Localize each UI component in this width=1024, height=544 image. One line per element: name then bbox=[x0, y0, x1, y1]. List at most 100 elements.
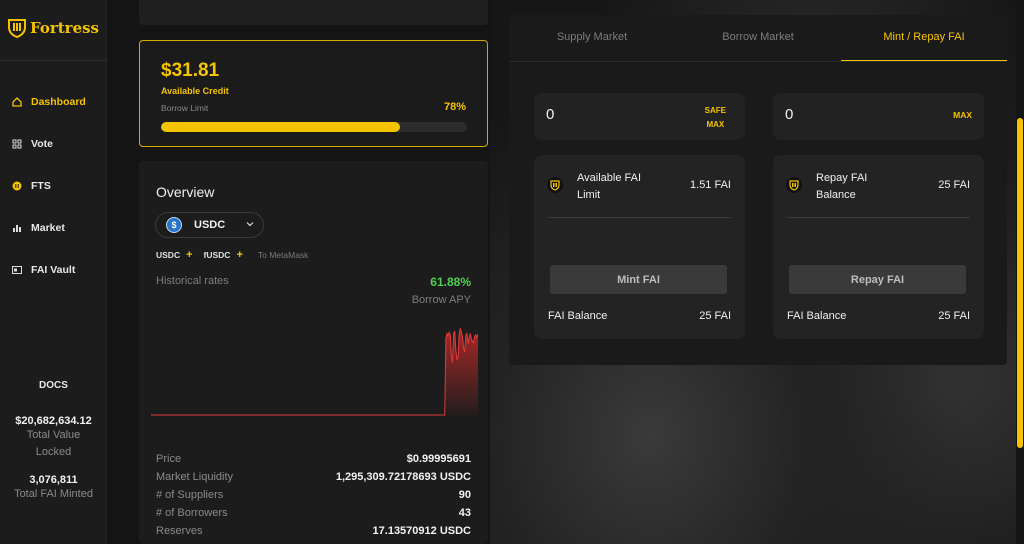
market-info-table: Price $0.99995691 Market Liquidity 1,295,30… bbox=[156, 450, 471, 540]
coin-icon bbox=[12, 181, 22, 191]
tvl-value: $20,682,634.12 bbox=[15, 415, 92, 427]
historical-rates-label: Historical rates bbox=[156, 275, 229, 287]
repay-fai-balance-value: 25 FAI bbox=[938, 179, 970, 191]
chart-series-line bbox=[151, 328, 478, 416]
sidebar: Fortress Dashboard Vote FTS Market FAI V… bbox=[0, 0, 107, 544]
info-row-value: 17.13570912 USDC bbox=[372, 525, 471, 537]
borrow-apy-label: Borrow APY bbox=[411, 294, 471, 306]
mint-amount-box: SAFE MAX bbox=[534, 93, 745, 140]
mint-fai-button[interactable]: Mint FAI bbox=[550, 265, 727, 294]
bar-chart-icon bbox=[13, 225, 21, 232]
mint-fai-card: Available FAI Limit 1.51 FAI Mint FAI FA… bbox=[534, 155, 745, 339]
sidebar-item-label: FAI Vault bbox=[31, 264, 76, 276]
home-icon bbox=[12, 97, 22, 107]
add-fusdc-button[interactable]: + bbox=[236, 249, 242, 261]
info-row-value: 43 bbox=[458, 507, 471, 519]
info-row-value: $0.99995691 bbox=[406, 453, 471, 465]
info-row-value: 1,295,309.72178693 USDC bbox=[335, 471, 471, 483]
available-credit-amount: $31.81 bbox=[161, 60, 220, 81]
repay-amount-input[interactable] bbox=[785, 106, 905, 123]
sidebar-item-fai-vault[interactable]: FAI Vault bbox=[12, 264, 75, 276]
logo[interactable]: Fortress bbox=[8, 18, 99, 38]
sidebar-divider bbox=[0, 60, 107, 61]
token-usdc-label: USDC bbox=[156, 250, 181, 260]
docs-link[interactable]: DOCS bbox=[0, 380, 107, 391]
available-fai-limit-value: 1.51 FAI bbox=[690, 179, 731, 191]
tab-supply-market[interactable]: Supply Market bbox=[509, 15, 675, 61]
borrow-limit-label: Borrow Limit bbox=[161, 103, 209, 113]
sidebar-item-vote[interactable]: Vote bbox=[12, 138, 53, 150]
info-row: Market Liquidity 1,295,309.72178693 USDC bbox=[156, 468, 471, 486]
repay-max-button[interactable]: MAX bbox=[953, 110, 972, 120]
credit-card: $31.81 Available Credit Borrow Limit 78% bbox=[139, 40, 488, 147]
safe-max-button[interactable]: SAFE MAX bbox=[705, 104, 726, 132]
chart-area bbox=[151, 328, 478, 415]
info-row-label: Reserves bbox=[156, 525, 203, 537]
repay-fai-balance-line2: Balance bbox=[816, 189, 856, 201]
tab-borrow-market[interactable]: Borrow Market bbox=[675, 15, 841, 61]
grid-icon bbox=[12, 139, 22, 149]
borrow-limit-progress-fill bbox=[161, 122, 400, 132]
available-fai-limit-label: Available FAI Limit bbox=[577, 170, 641, 204]
fai-balance-label: FAI Balance bbox=[787, 310, 847, 322]
fai-minted-label: Total FAI Minted bbox=[14, 488, 93, 500]
divider bbox=[787, 217, 970, 218]
info-row-label: # of Suppliers bbox=[156, 489, 224, 501]
borrow-limit-percent: 78% bbox=[443, 101, 466, 113]
sidebar-item-dashboard[interactable]: Dashboard bbox=[12, 96, 86, 108]
repay-amount-box: MAX bbox=[773, 93, 984, 140]
historical-rates-chart bbox=[151, 328, 478, 416]
scrollbar-thumb[interactable] bbox=[1017, 118, 1023, 448]
info-row-label: Market Liquidity bbox=[156, 471, 234, 483]
available-credit-label: Available Credit bbox=[161, 86, 229, 96]
fai-minted-value: 3,076,811 bbox=[29, 474, 78, 486]
sidebar-item-label: FTS bbox=[31, 180, 51, 192]
repay-fai-balance-line1: Repay FAI bbox=[816, 172, 868, 184]
divider bbox=[548, 217, 731, 218]
asset-select-value: USDC bbox=[194, 219, 226, 231]
add-usdc-button[interactable]: + bbox=[186, 249, 192, 261]
to-metamask-link[interactable]: To MetaMask bbox=[258, 250, 309, 260]
repay-fai-card: Repay FAI Balance 25 FAI Repay FAI FAI B… bbox=[773, 155, 984, 339]
sidebar-item-label: Dashboard bbox=[31, 96, 86, 108]
brand-name: Fortress bbox=[30, 19, 100, 37]
overview-title: Overview bbox=[156, 184, 215, 200]
asset-select[interactable]: $ USDC bbox=[155, 212, 264, 238]
sidebar-stats: DOCS $20,682,634.12 Total Value Locked 3… bbox=[0, 380, 107, 503]
available-fai-limit-line2: Limit bbox=[577, 189, 601, 201]
fai-token-icon bbox=[786, 177, 802, 193]
fai-token-icon bbox=[547, 177, 563, 193]
fai-balance-value: 25 FAI bbox=[938, 310, 970, 322]
fai-balance-value: 25 FAI bbox=[699, 310, 731, 322]
vault-icon bbox=[12, 266, 22, 274]
max-label: MAX bbox=[706, 120, 725, 129]
tvl-label-line1: Total Value bbox=[26, 429, 81, 441]
token-fusdc-label: fUSDC bbox=[203, 250, 231, 260]
safe-label: SAFE bbox=[704, 106, 726, 115]
chevron-down-icon bbox=[246, 222, 254, 227]
info-row: Price $0.99995691 bbox=[156, 450, 471, 468]
info-row: # of Borrowers 43 bbox=[156, 504, 471, 522]
fai-panel: Supply Market Borrow Market Mint / Repay… bbox=[509, 15, 1007, 365]
repay-fai-balance-label: Repay FAI Balance bbox=[816, 170, 867, 204]
market-tabs: Supply Market Borrow Market Mint / Repay… bbox=[509, 15, 1007, 62]
fai-balance-label: FAI Balance bbox=[548, 310, 608, 322]
usdc-coin-icon: $ bbox=[166, 217, 182, 233]
overview-card: Overview $ USDC USDC + fUSDC + To MetaMa… bbox=[139, 161, 488, 544]
fortress-logo-icon bbox=[8, 19, 26, 38]
borrow-limit-progress bbox=[161, 122, 467, 132]
sidebar-item-market[interactable]: Market bbox=[12, 222, 65, 234]
tab-mint-repay-fai[interactable]: Mint / Repay FAI bbox=[841, 15, 1007, 61]
available-fai-limit-line1: Available FAI bbox=[577, 172, 642, 184]
mint-amount-input[interactable] bbox=[546, 106, 666, 123]
sidebar-item-label: Market bbox=[31, 222, 65, 234]
info-row: Reserves 17.13570912 USDC bbox=[156, 522, 471, 540]
tvl-label-line2: Locked bbox=[35, 446, 72, 458]
sidebar-item-label: Vote bbox=[31, 138, 53, 150]
repay-fai-button[interactable]: Repay FAI bbox=[789, 265, 966, 294]
info-row-label: # of Borrowers bbox=[156, 507, 228, 519]
borrow-apy-value: 61.88% bbox=[430, 275, 471, 289]
info-row-label: Price bbox=[156, 453, 182, 465]
sidebar-item-fts[interactable]: FTS bbox=[12, 180, 51, 192]
info-row-value: 90 bbox=[458, 489, 471, 501]
